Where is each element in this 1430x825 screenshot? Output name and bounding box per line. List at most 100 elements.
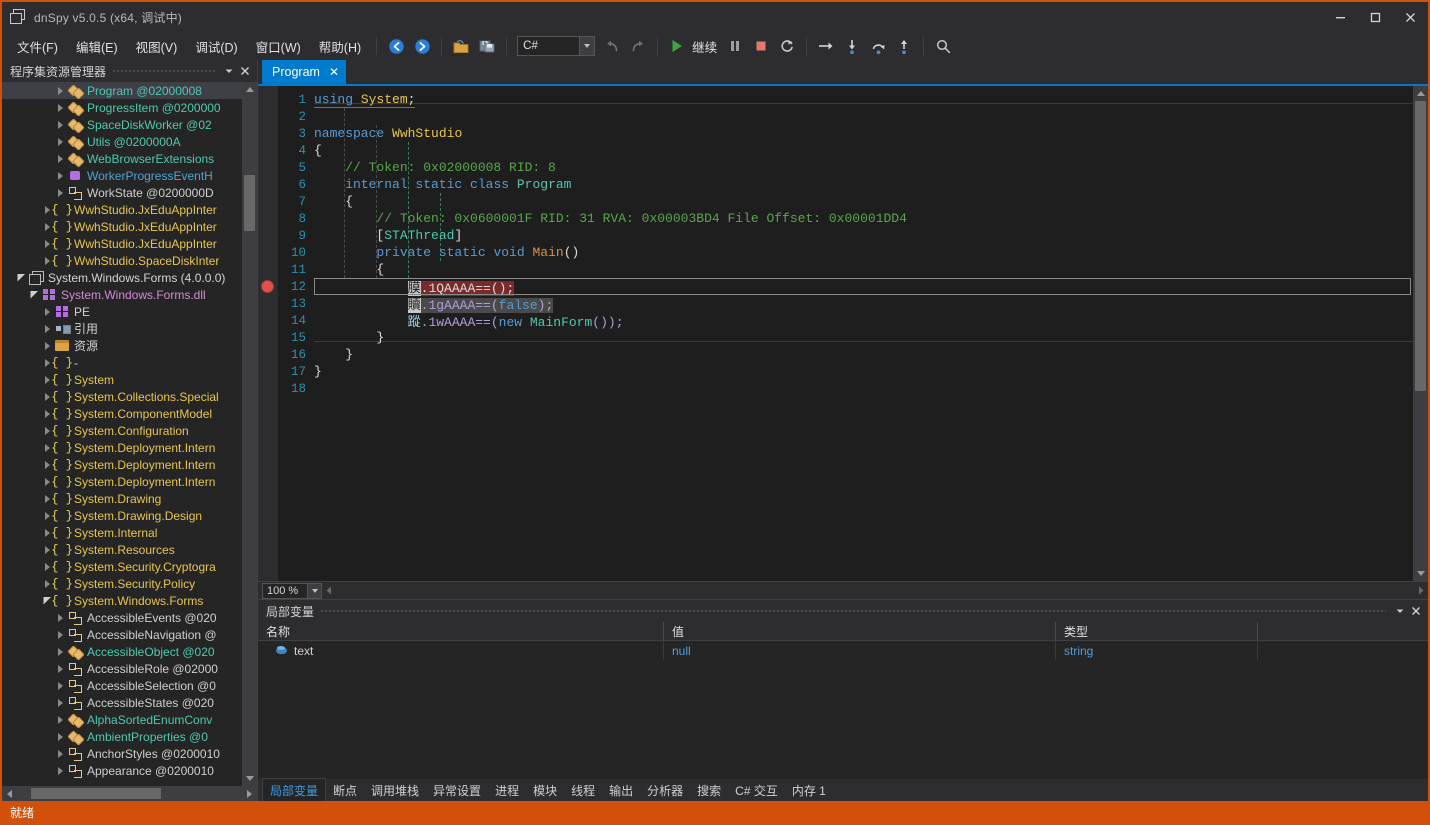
tree-item[interactable]: { }System.Configuration <box>2 422 242 439</box>
arrow-back-icon[interactable] <box>384 35 408 57</box>
chevron-collapsed-icon[interactable] <box>54 711 67 728</box>
tree-item[interactable]: SpaceDiskWorker @02 <box>2 116 242 133</box>
zoom-level-value[interactable]: 100 % <box>262 583 308 599</box>
chevron-collapsed-icon[interactable] <box>54 728 67 745</box>
tree-item[interactable]: AmbientProperties @0 <box>2 728 242 745</box>
pause-icon[interactable] <box>723 35 747 57</box>
code-line[interactable]: 12 膜.1QAAAA==(); <box>278 278 1413 295</box>
tree-item[interactable]: { }System.Resources <box>2 541 242 558</box>
tree-scroll-track[interactable] <box>242 97 257 771</box>
locals-value-cell[interactable]: null <box>664 641 1056 660</box>
table-row[interactable]: textnullstring <box>258 641 1428 660</box>
panel-drag-grip[interactable] <box>112 60 215 82</box>
continue-button[interactable]: 继续 <box>692 37 717 56</box>
zoom-chevron-down-icon[interactable] <box>308 583 322 599</box>
column-header-type[interactable]: 类型 <box>1056 622 1258 640</box>
code-line[interactable]: 15 } <box>278 329 1413 346</box>
tree-item[interactable]: { }System.Deployment.Intern <box>2 473 242 490</box>
tree-item[interactable]: Appearance @0200010 <box>2 762 242 779</box>
tree-item[interactable]: AccessibleEvents @020 <box>2 609 242 626</box>
tree-hscroll-thumb[interactable] <box>31 788 161 799</box>
tab-processes[interactable]: 进程 <box>488 779 526 802</box>
step-out-icon[interactable] <box>892 35 916 57</box>
tree-item[interactable]: { }WwhStudio.SpaceDiskInter <box>2 252 242 269</box>
stop-icon[interactable] <box>749 35 773 57</box>
tree-item[interactable]: AccessibleNavigation @ <box>2 626 242 643</box>
scroll-right-arrow-icon[interactable] <box>1414 586 1428 595</box>
code-line[interactable]: 14 蹤.1wAAAA==(new MainForm()); <box>278 312 1413 329</box>
locals-grid-body[interactable]: textnullstring <box>258 641 1428 779</box>
menu-file[interactable]: 文件(F) <box>8 33 67 60</box>
tree-item[interactable]: { }System.Security.Policy <box>2 575 242 592</box>
tree-item[interactable]: System.Windows.Forms.dll <box>2 286 242 303</box>
tree-item[interactable]: WebBrowserExtensions <box>2 150 242 167</box>
debug-tool-tabs[interactable]: 局部变量断点调用堆栈异常设置进程模块线程输出分析器搜索C# 交互内存 1 <box>258 779 1428 801</box>
scroll-left-arrow-icon[interactable] <box>322 586 336 595</box>
assembly-tree[interactable]: Program @02000008ProgressItem @0200000Sp… <box>2 82 242 786</box>
arrow-forward-icon[interactable] <box>410 35 434 57</box>
search-icon[interactable] <box>931 35 955 57</box>
code-editor-body[interactable]: 1using System;23namespace WwhStudio4{5 /… <box>258 86 1428 581</box>
column-header-name[interactable]: 名称 <box>258 622 664 640</box>
tree-vertical-scrollbar[interactable] <box>242 82 257 786</box>
tab-modules[interactable]: 模块 <box>526 779 564 802</box>
tree-item[interactable]: AccessibleRole @02000 <box>2 660 242 677</box>
breakpoint-marker-icon[interactable] <box>261 280 274 293</box>
tree-horizontal-scrollbar[interactable] <box>2 786 257 801</box>
save-all-icon[interactable] <box>475 35 499 57</box>
menu-help[interactable]: 帮助(H) <box>310 33 370 60</box>
chevron-expanded-icon[interactable] <box>15 269 28 286</box>
editor-vertical-scrollbar[interactable] <box>1413 86 1428 581</box>
tree-item[interactable]: AnchorStyles @0200010 <box>2 745 242 762</box>
chevron-collapsed-icon[interactable] <box>54 677 67 694</box>
step-over-icon[interactable] <box>866 35 890 57</box>
code-line[interactable]: 10 private static void Main() <box>278 244 1413 261</box>
tree-item[interactable]: { }System.Internal <box>2 524 242 541</box>
chevron-expanded-icon[interactable] <box>28 286 41 303</box>
code-line[interactable]: 8 // Token: 0x0600001F RID: 31 RVA: 0x00… <box>278 210 1413 227</box>
tab-exception-settings[interactable]: 异常设置 <box>426 779 488 802</box>
chevron-down-icon[interactable] <box>1392 602 1408 620</box>
close-button[interactable] <box>1393 2 1428 32</box>
scroll-up-arrow-icon[interactable] <box>1413 86 1428 101</box>
code-line[interactable]: 9 [STAThread] <box>278 227 1413 244</box>
scroll-down-arrow-icon[interactable] <box>242 771 257 786</box>
tree-item[interactable]: WorkState @0200000D <box>2 184 242 201</box>
chevron-collapsed-icon[interactable] <box>54 626 67 643</box>
chevron-down-icon[interactable] <box>579 37 594 55</box>
tree-item[interactable]: PE <box>2 303 242 320</box>
tree-item[interactable]: ProgressItem @0200000 <box>2 99 242 116</box>
tab-search[interactable]: 搜索 <box>690 779 728 802</box>
minimize-button[interactable] <box>1323 2 1358 32</box>
play-icon[interactable] <box>665 35 689 57</box>
arrow-right-icon[interactable] <box>814 35 838 57</box>
code-line[interactable]: 16 } <box>278 346 1413 363</box>
tree-item[interactable]: { }System.Drawing.Design <box>2 507 242 524</box>
tree-item[interactable]: Program @02000008 <box>2 82 242 99</box>
tree-item[interactable]: AccessibleStates @020 <box>2 694 242 711</box>
tree-scroll-thumb[interactable] <box>244 175 255 231</box>
redo-icon[interactable] <box>626 35 650 57</box>
scroll-down-arrow-icon[interactable] <box>1413 566 1428 581</box>
tree-item[interactable]: { }System.Deployment.Intern <box>2 439 242 456</box>
tree-item[interactable]: { }System.Drawing <box>2 490 242 507</box>
code-line[interactable]: 2 <box>278 108 1413 125</box>
chevron-collapsed-icon[interactable] <box>54 82 67 99</box>
menu-edit[interactable]: 编辑(E) <box>67 33 127 60</box>
code-line[interactable]: 17} <box>278 363 1413 380</box>
tree-item[interactable]: WorkerProgressEventH <box>2 167 242 184</box>
tree-item[interactable]: { }System <box>2 371 242 388</box>
panel-drag-grip[interactable] <box>320 600 1386 622</box>
close-icon[interactable]: ✕ <box>329 66 339 78</box>
tree-item[interactable]: AccessibleObject @020 <box>2 643 242 660</box>
undo-icon[interactable] <box>600 35 624 57</box>
code-line[interactable]: 13 贖.1gAAAA==(false); <box>278 295 1413 312</box>
chevron-collapsed-icon[interactable] <box>54 609 67 626</box>
tree-item[interactable]: Utils @0200000A <box>2 133 242 150</box>
breakpoint-gutter[interactable] <box>258 86 278 581</box>
tree-item[interactable]: System.Windows.Forms (4.0.0.0) <box>2 269 242 286</box>
editor-horizontal-scrollbar[interactable] <box>322 582 1428 599</box>
code-line[interactable]: 1using System; <box>278 91 1413 108</box>
code-line[interactable]: 11 { <box>278 261 1413 278</box>
tab-threads[interactable]: 线程 <box>564 779 602 802</box>
